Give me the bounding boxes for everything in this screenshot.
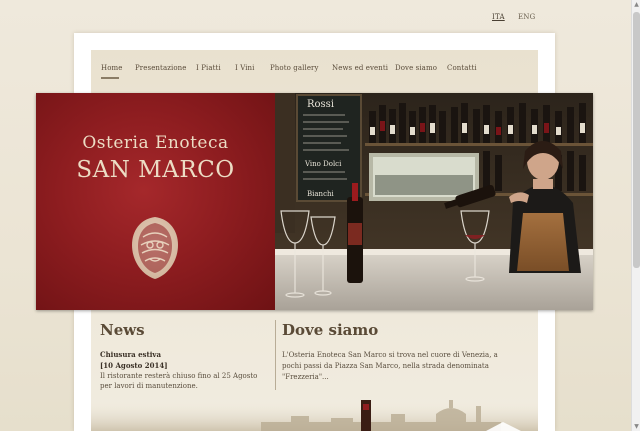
nav-news-ed-eventi[interactable]: News ed eventi <box>332 64 388 72</box>
nav-i-piatti[interactable]: I Piatti <box>196 64 221 72</box>
scroll-up-arrow-icon[interactable]: ▲ <box>633 0 640 9</box>
interior-photo: Rossi Vino Dolci Bianchi <box>275 93 593 310</box>
chalkboard-vino-dolci: Vino Dolci <box>304 160 342 168</box>
location-text: L'Osteria Enoteca San Marco si trova nel… <box>282 351 498 381</box>
news-item-title[interactable]: Chiusura estiva <box>100 350 161 359</box>
nav-home[interactable]: Home <box>101 64 123 72</box>
enoteca-photo: Rossi Vino Dolci Bianchi <box>275 93 593 310</box>
nav-active-indicator <box>101 77 119 79</box>
scroll-down-arrow-icon[interactable]: ▼ <box>633 422 640 431</box>
news-item-text: Il ristorante resterà chiuso fino al 25 … <box>100 372 258 390</box>
nav-presentazione[interactable]: Presentazione <box>135 64 187 72</box>
brand-title-line2: SAN MARCO <box>76 157 235 183</box>
hero-banner: Osteria Enoteca SAN MARCO Rossi Vino Dol… <box>36 93 593 310</box>
nav-dove-siamo[interactable]: Dove siamo <box>395 64 437 72</box>
language-eng-link[interactable]: ENG <box>518 13 535 21</box>
brand-panel: Osteria Enoteca SAN MARCO <box>36 93 275 310</box>
chalkboard-bianchi: Bianchi <box>307 190 334 198</box>
brand-title-line1: Osteria Enoteca <box>82 133 229 153</box>
news-heading: News <box>100 321 145 339</box>
scrollbar-thumb[interactable] <box>633 12 640 268</box>
language-ita-link[interactable]: ITA <box>492 13 505 21</box>
venice-skyline-image <box>91 400 538 431</box>
lion-seal-icon <box>132 217 178 279</box>
page-scrollbar[interactable]: ▲ ▼ <box>631 0 640 431</box>
column-divider <box>275 320 276 390</box>
nav-i-vini[interactable]: I Vini <box>235 64 255 72</box>
nav-photo-gallery[interactable]: Photo gallery <box>270 64 319 72</box>
nav-contatti[interactable]: Contatti <box>447 64 477 72</box>
news-item-date: [10 Agosto 2014] <box>100 361 168 370</box>
chalkboard-rossi: Rossi <box>307 99 334 110</box>
location-heading: Dove siamo <box>282 321 379 339</box>
